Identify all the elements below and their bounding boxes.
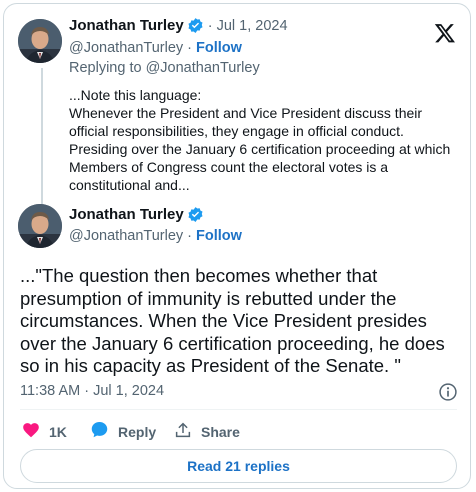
main-author-avatar[interactable] [18, 204, 62, 248]
main-author-name[interactable]: Jonathan Turley [69, 206, 184, 223]
x-logo-icon[interactable] [434, 22, 456, 44]
divider [20, 409, 457, 410]
main-text-line: so in his capacity as President of the S… [20, 355, 401, 376]
parent-text-line: Whenever the President and Vice Presiden… [69, 105, 423, 121]
parent-tweet-text: ...Note this language: Whenever the Pres… [69, 86, 461, 194]
parent-text-line: Presiding over the January 6 certificati… [69, 141, 451, 157]
like-count: 1K [49, 424, 67, 440]
main-handle-row: @JonathanTurley · Follow [69, 228, 242, 244]
tweet-timestamp[interactable]: 11:38 AM · Jul 1, 2024 [20, 383, 164, 399]
tweet-embed-card: Jonathan Turley · Jul 1, 2024 @JonathanT… [3, 3, 471, 489]
read-replies-button[interactable]: Read 21 replies [20, 449, 457, 483]
main-text-line: ..."The question then becomes whether th… [20, 265, 378, 286]
info-icon[interactable] [438, 382, 458, 402]
main-text-line: presumption of immunity is rebutted unde… [20, 287, 397, 309]
main-tweet-text: ..."The question then becomes whether th… [20, 265, 465, 378]
like-button[interactable]: 1K [22, 420, 67, 444]
share-button[interactable]: Share [174, 420, 240, 444]
main-author-row: Jonathan Turley [69, 206, 204, 223]
verified-badge-icon [187, 206, 204, 223]
separator-dot: · [207, 17, 213, 34]
parent-handle-row: @JonathanTurley · Follow [69, 40, 242, 56]
share-icon [174, 421, 192, 444]
verified-badge-icon [187, 17, 204, 34]
thread-connector-line [41, 68, 43, 204]
reply-bubble-icon [90, 420, 109, 444]
parent-text-line: official responsibilities, they engage i… [69, 123, 404, 139]
parent-author-handle[interactable]: @JonathanTurley [69, 40, 183, 56]
parent-tweet-date[interactable]: Jul 1, 2024 [217, 18, 288, 34]
parent-author-avatar[interactable] [18, 19, 62, 63]
replying-to-text: Replying to @JonathanTurley [69, 60, 260, 76]
parent-author-row: Jonathan Turley · Jul 1, 2024 [69, 17, 288, 34]
share-label: Share [201, 424, 240, 440]
separator-dot: · [187, 228, 192, 244]
main-text-line: over the January 6 certification proceed… [20, 332, 445, 354]
reply-label: Reply [118, 424, 157, 440]
parent-text-line: ...Note this language: [69, 87, 202, 103]
parent-author-name[interactable]: Jonathan Turley [69, 17, 184, 34]
separator-dot: · [187, 40, 192, 56]
reply-button[interactable]: Reply [90, 420, 156, 444]
main-follow-button[interactable]: Follow [196, 228, 242, 244]
parent-text-line: Members of Congress count the electoral … [69, 159, 389, 175]
heart-icon [22, 421, 40, 444]
main-author-handle[interactable]: @JonathanTurley [69, 228, 183, 244]
parent-follow-button[interactable]: Follow [196, 40, 242, 56]
parent-text-line: constitutional and... [69, 177, 190, 193]
main-text-line: circumstances. When the Vice President p… [20, 310, 427, 331]
